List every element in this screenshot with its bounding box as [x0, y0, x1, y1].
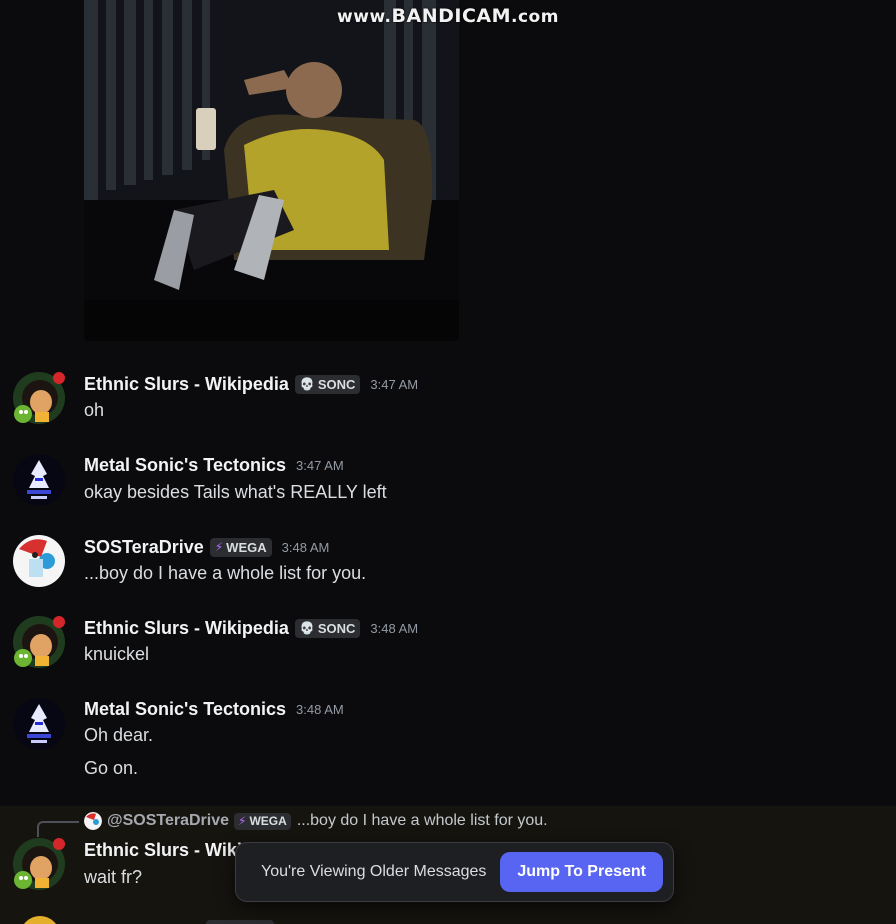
- timestamp: 3:47 AM: [296, 457, 344, 473]
- username[interactable]: Metal Sonic's Tectonics: [84, 699, 286, 720]
- message-text: ...boy do I have a whole list for you.: [84, 563, 367, 583]
- timestamp: 3:48 AM: [370, 620, 419, 636]
- jump-to-present-button[interactable]: Jump To Present: [500, 852, 663, 892]
- message-text: oh: [84, 400, 105, 420]
- cartoon-character-avatar: [84, 812, 102, 830]
- chat-view: www.BANDICAM.com Ethnic Slurs - Wikipedi…: [0, 0, 896, 924]
- skull-icon: 💀: [299, 377, 315, 391]
- metal-sonic-pixel-avatar[interactable]: [13, 698, 65, 750]
- message-text: wait fr?: [84, 867, 143, 887]
- username[interactable]: Ethnic Slurs - Wikipedia: [84, 374, 289, 395]
- server-tag[interactable]: ⚡ WEGA: [234, 812, 291, 830]
- timestamp: 3:47 AM: [370, 376, 419, 392]
- username[interactable]: Metal Sonic's Tectonics: [84, 455, 286, 476]
- lightning-icon: ⚡: [238, 814, 247, 828]
- message-text: knuickel: [84, 644, 150, 664]
- server-tag[interactable]: ⚡ WEGA: [209, 537, 272, 557]
- reply-text[interactable]: ...boy do I have a whole list for you.: [297, 812, 548, 830]
- girl-with-plant-avatar[interactable]: [13, 838, 65, 890]
- server-tag[interactable]: 💀 SONC: [294, 618, 361, 638]
- message-text: okay besides Tails what's REALLY left: [84, 482, 387, 502]
- girl-with-plant-avatar[interactable]: [13, 372, 65, 424]
- bandicam-watermark: www.BANDICAM.com: [337, 5, 559, 27]
- metal-sonic-pixel-avatar[interactable]: [13, 454, 65, 506]
- username[interactable]: Ethnic Slurs - Wikipedia: [84, 618, 289, 639]
- reply-spine: [37, 821, 79, 837]
- server-tag[interactable]: 💀 SONC: [294, 374, 361, 394]
- girl-with-plant-avatar[interactable]: [13, 616, 65, 668]
- lightning-icon: ⚡: [214, 540, 224, 554]
- older-messages-bar: You're Viewing Older Messages Jump To Pr…: [235, 842, 674, 902]
- next-tag-partial: [206, 920, 274, 924]
- username[interactable]: SOSTeraDrive: [84, 537, 204, 558]
- reply-username[interactable]: @SOSTeraDrive: [107, 812, 229, 830]
- older-messages-text: You're Viewing Older Messages: [261, 863, 487, 880]
- timestamp: 3:48 AM: [281, 539, 330, 555]
- cartoon-character-avatar[interactable]: [13, 535, 65, 587]
- gif-embed[interactable]: [84, 0, 459, 341]
- reply-reference[interactable]: @SOSTeraDrive ⚡ WEGA ...boy do I have a w…: [84, 811, 548, 831]
- message-text: Go on.: [84, 758, 139, 778]
- username[interactable]: Ethnic Slurs - Wiki: [84, 840, 242, 861]
- timestamp: 3:48 AM: [296, 701, 344, 717]
- message-text: Oh dear.: [84, 725, 154, 745]
- skull-icon: 💀: [299, 621, 315, 635]
